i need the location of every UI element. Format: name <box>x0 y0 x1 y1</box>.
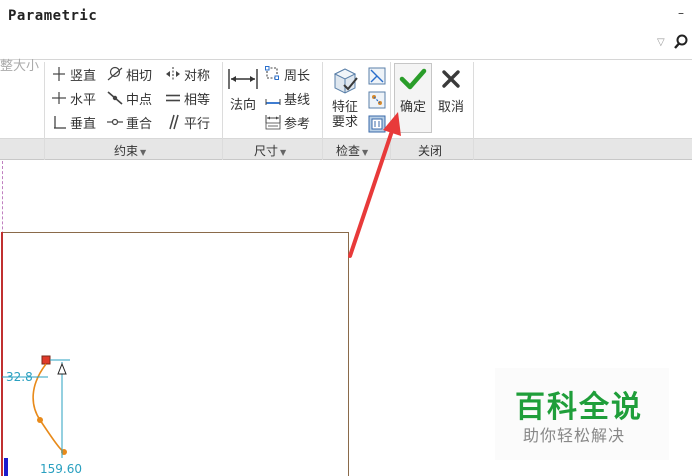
dimension-reference-button[interactable]: 参考 <box>264 112 310 132</box>
title-bar: Parametric – ▽ <box>0 0 692 60</box>
dimension-baseline-button[interactable]: 基线 <box>264 88 310 108</box>
group-separator <box>222 62 223 160</box>
feature-requirements-icon <box>333 68 358 94</box>
constraint-coincident-label: 重合 <box>126 116 153 132</box>
arrow-up-icon <box>57 362 67 375</box>
open-ends-icon <box>368 91 386 109</box>
search-icon[interactable] <box>673 34 689 50</box>
group-label-dimension[interactable]: 尺寸 ▼ <box>254 142 286 159</box>
dimension-baseline-label: 基线 <box>284 92 311 108</box>
constraint-horizontal-button[interactable]: 水平 <box>50 88 96 108</box>
constraint-perpendicular-label: 垂直 <box>70 116 97 132</box>
group-separator <box>322 62 323 160</box>
constraint-coincident-button[interactable]: 重合 <box>106 112 152 132</box>
inspect-overlap-button[interactable] <box>367 66 387 86</box>
dimension-reference-label: 参考 <box>284 116 311 132</box>
feature-requirements-button[interactable]: 特征 要求 <box>330 66 360 130</box>
arc-point[interactable] <box>37 417 43 423</box>
symmetric-icon <box>164 65 182 83</box>
reference-dimension-icon <box>264 113 282 131</box>
normal-dimension-icon <box>228 69 258 89</box>
watermark: 百科全说 助你轻松解决 <box>495 368 669 460</box>
baseline-icon <box>264 89 282 107</box>
vertical-constraint-icon <box>50 65 68 83</box>
dimension-normal-label: 法向 <box>229 98 256 113</box>
ok-button[interactable]: 确定 <box>396 66 430 115</box>
midpoint-icon <box>106 89 124 107</box>
cancel-button[interactable]: 取消 <box>434 66 468 115</box>
watermark-subtitle: 助你轻松解决 <box>523 426 626 445</box>
constraint-symmetric-label: 对称 <box>184 68 211 84</box>
chevron-down-icon[interactable]: ▽ <box>657 37 665 48</box>
constraint-symmetric-button[interactable]: 对称 <box>164 64 210 84</box>
dimension-normal-button[interactable]: 法向 <box>226 66 260 113</box>
horizontal-constraint-icon <box>50 89 68 107</box>
constraint-vertical-label: 竖直 <box>70 68 97 84</box>
check-icon <box>399 68 427 90</box>
constraint-midpoint-button[interactable]: 中点 <box>106 88 152 108</box>
constraint-perpendicular-button[interactable]: 垂直 <box>50 112 96 132</box>
dimension-value[interactable]: 159.60 <box>40 462 82 476</box>
perpendicular-icon <box>50 113 68 131</box>
ribbon-group-footer: 约束 ▼ 尺寸 ▼ 检查 ▼ 关闭 <box>0 138 692 160</box>
constraint-tangent-label: 相切 <box>126 68 153 84</box>
shade-closed-loops-icon <box>368 115 386 133</box>
constraint-parallel-button[interactable]: 平行 <box>164 112 210 132</box>
resize-label-clipped: 整大小 <box>0 59 40 74</box>
constraint-midpoint-label: 中点 <box>126 92 153 108</box>
constraint-horizontal-label: 水平 <box>70 92 97 108</box>
parallel-icon <box>164 113 182 131</box>
constraint-vertical-button[interactable]: 竖直 <box>50 64 96 84</box>
group-label-inspect-text: 检查 <box>336 144 361 158</box>
constraint-tangent-button[interactable]: 相切 <box>106 64 152 84</box>
group-label-close: 关闭 <box>418 144 443 158</box>
close-icon <box>442 70 460 88</box>
feature-requirements-label-1: 特征 <box>331 100 358 115</box>
dropdown-arrow-icon: ▼ <box>140 148 147 157</box>
minimize-button[interactable]: – <box>678 6 684 20</box>
dimension-value[interactable]: 32.8 <box>6 370 33 384</box>
constraint-equal-button[interactable]: 相等 <box>164 88 210 108</box>
group-separator <box>390 62 391 160</box>
dropdown-arrow-icon: ▼ <box>362 148 369 157</box>
ok-label: 确定 <box>399 100 426 115</box>
overlap-check-icon <box>368 67 386 85</box>
cancel-label: 取消 <box>437 100 464 115</box>
selected-vertex[interactable] <box>41 355 51 365</box>
equal-icon <box>164 89 182 107</box>
perimeter-icon <box>264 65 282 83</box>
sketch-geometry[interactable] <box>0 350 110 476</box>
coincident-icon <box>106 113 124 131</box>
inspect-open-ends-button[interactable] <box>367 90 387 110</box>
group-separator <box>473 62 474 160</box>
group-label-constraints-text: 约束 <box>114 144 139 158</box>
dropdown-arrow-icon: ▼ <box>280 148 287 157</box>
group-label-constraints[interactable]: 约束 ▼ <box>114 142 146 159</box>
watermark-title: 百科全说 <box>515 390 643 425</box>
feature-requirements-label-2: 要求 <box>331 115 358 130</box>
constraint-equal-label: 相等 <box>184 92 211 108</box>
dimension-perimeter-label: 周长 <box>284 68 311 84</box>
tangent-icon <box>106 65 124 83</box>
group-label-dimension-text: 尺寸 <box>254 144 279 158</box>
inspect-shade-closed-button[interactable] <box>367 114 387 134</box>
group-label-inspect[interactable]: 检查 ▼ <box>336 142 368 159</box>
dimension-perimeter-button[interactable]: 周长 <box>264 64 310 84</box>
app-title: Parametric <box>8 8 98 24</box>
group-separator <box>44 62 45 160</box>
constraint-parallel-label: 平行 <box>184 116 211 132</box>
